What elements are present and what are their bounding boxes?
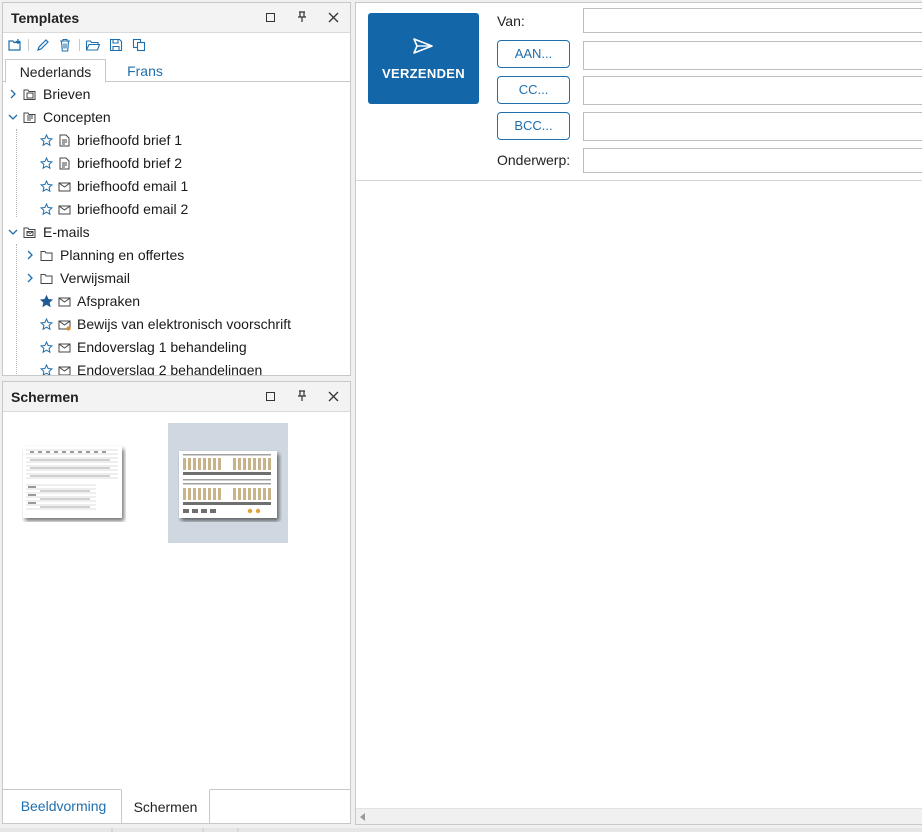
tree-item-label: briefhoofd brief 1 xyxy=(77,132,183,148)
save-icon[interactable] xyxy=(108,37,124,53)
tree-item-label: Endoverslag 1 behandeling xyxy=(77,339,247,355)
send-icon xyxy=(413,38,433,54)
mail-icon xyxy=(58,343,71,353)
tree-item-label: Planning en offertes xyxy=(60,247,185,263)
templates-panel: Templates Nederlands Frans Brieven Conce… xyxy=(2,2,351,376)
email-composer: VERZENDEN Van: AAN... CC... BCC... Onder… xyxy=(355,2,922,825)
letter-icon xyxy=(59,157,70,170)
screens-panel: Schermen Beeldvorming Schermen xyxy=(2,381,351,824)
send-button-label: VERZENDEN xyxy=(382,66,465,81)
tree-item-label: Afspraken xyxy=(77,293,141,309)
from-label: Van: xyxy=(497,13,525,29)
mail-attachment-icon xyxy=(58,320,71,331)
mail-icon xyxy=(58,182,71,192)
scroll-left-icon[interactable] xyxy=(360,813,365,821)
tree-item-concepten[interactable]: Concepten xyxy=(3,106,350,129)
screens-bottom-tabs: Beeldvorming Schermen xyxy=(3,789,350,824)
mail-icon xyxy=(58,297,71,307)
table-screen-thumbnail[interactable] xyxy=(22,445,126,522)
star-outline-icon[interactable] xyxy=(40,341,53,354)
screens-thumbnail-area xyxy=(3,412,350,790)
language-tabs: Nederlands Frans xyxy=(3,57,350,83)
star-outline-icon[interactable] xyxy=(40,318,53,331)
tree-item-planning-en-offertes[interactable]: Planning en offertes xyxy=(3,244,350,267)
copy-icon[interactable] xyxy=(131,37,147,53)
close-icon[interactable] xyxy=(325,388,341,404)
chevron-right-icon[interactable] xyxy=(25,250,35,260)
tree-item-verwijsmail[interactable]: Verwijsmail xyxy=(3,267,350,290)
tree-item-briefhoofd-email-1[interactable]: briefhoofd email 1 xyxy=(3,175,350,198)
template-tree: Brieven Concepten briefhoofd brief 1 bri… xyxy=(3,83,350,375)
bcc-button[interactable]: BCC... xyxy=(497,112,570,140)
edit-icon[interactable] xyxy=(35,37,51,53)
message-body[interactable] xyxy=(356,181,922,808)
templates-toolbar xyxy=(3,33,350,57)
templates-panel-title: Templates xyxy=(11,10,80,26)
star-filled-icon[interactable] xyxy=(40,295,53,308)
tree-item-briefhoofd-brief-2[interactable]: briefhoofd brief 2 xyxy=(3,152,350,175)
tree-item-brieven[interactable]: Brieven xyxy=(3,83,350,106)
star-outline-icon[interactable] xyxy=(40,180,53,193)
letter-icon xyxy=(59,134,70,147)
add-template-icon[interactable] xyxy=(7,37,23,53)
tree-item-endoverslag-2[interactable]: Endoverslag 2 behandelingen xyxy=(3,359,350,375)
mail-icon xyxy=(58,366,71,375)
screens-panel-title: Schermen xyxy=(11,389,79,405)
cc-button[interactable]: CC... xyxy=(497,76,570,104)
letter-folder-icon xyxy=(23,89,36,100)
tree-item-briefhoofd-email-2[interactable]: briefhoofd email 2 xyxy=(3,198,350,221)
tree-item-bewijs-voorschrift[interactable]: Bewijs van elektronisch voorschrift xyxy=(3,313,350,336)
tree-item-afspraken[interactable]: Afspraken xyxy=(3,290,350,313)
tree-item-label: Verwijsmail xyxy=(60,270,131,286)
horizontal-scrollbar[interactable] xyxy=(356,808,922,824)
mail-icon xyxy=(58,205,71,215)
chevron-down-icon[interactable] xyxy=(8,112,18,122)
tree-item-label: Brieven xyxy=(43,86,91,102)
tree-item-label: briefhoofd brief 2 xyxy=(77,155,183,171)
cc-field[interactable] xyxy=(583,76,922,105)
chevron-right-icon[interactable] xyxy=(25,273,35,283)
to-field[interactable] xyxy=(583,41,922,70)
close-icon[interactable] xyxy=(325,9,341,25)
folder-icon xyxy=(40,251,53,261)
star-outline-icon[interactable] xyxy=(40,134,53,147)
delete-icon[interactable] xyxy=(57,37,73,53)
status-strip xyxy=(0,828,922,832)
star-outline-icon[interactable] xyxy=(40,203,53,216)
folder-icon xyxy=(40,274,53,284)
dental-chart-thumbnail[interactable] xyxy=(178,450,282,522)
chevron-right-icon[interactable] xyxy=(8,89,18,99)
from-field[interactable] xyxy=(583,8,922,33)
tab-beeldvorming[interactable]: Beeldvorming xyxy=(7,789,120,824)
tree-item-e-mails[interactable]: E-mails xyxy=(3,221,350,244)
pin-icon[interactable] xyxy=(294,388,310,404)
tab-frans[interactable]: Frans xyxy=(109,59,181,83)
drafts-folder-icon xyxy=(23,112,36,123)
restore-icon[interactable] xyxy=(262,388,278,404)
tree-item-label: E-mails xyxy=(43,224,90,240)
star-outline-icon[interactable] xyxy=(40,364,53,375)
subject-field[interactable] xyxy=(583,148,922,173)
tree-item-briefhoofd-brief-1[interactable]: briefhoofd brief 1 xyxy=(3,129,350,152)
tree-item-label: Endoverslag 2 behandelingen xyxy=(77,362,263,375)
tree-item-label: briefhoofd email 1 xyxy=(77,178,189,194)
subject-label: Onderwerp: xyxy=(497,152,571,168)
templates-panel-header: Templates xyxy=(3,3,350,33)
star-outline-icon[interactable] xyxy=(40,157,53,170)
mail-folder-icon xyxy=(23,227,36,238)
tab-nederlands[interactable]: Nederlands xyxy=(5,59,106,83)
open-folder-icon[interactable] xyxy=(85,37,101,53)
tree-item-label: Concepten xyxy=(43,109,111,125)
pin-icon[interactable] xyxy=(294,9,310,25)
restore-icon[interactable] xyxy=(262,9,278,25)
send-button[interactable]: VERZENDEN xyxy=(368,13,479,104)
tree-item-label: Bewijs van elektronisch voorschrift xyxy=(77,316,291,332)
to-button[interactable]: AAN... xyxy=(497,40,570,68)
bcc-field[interactable] xyxy=(583,112,922,141)
chevron-down-icon[interactable] xyxy=(8,227,18,237)
tab-schermen[interactable]: Schermen xyxy=(121,789,210,824)
screens-panel-header: Schermen xyxy=(3,382,350,412)
tree-item-endoverslag-1[interactable]: Endoverslag 1 behandeling xyxy=(3,336,350,359)
tree-item-label: briefhoofd email 2 xyxy=(77,201,189,217)
